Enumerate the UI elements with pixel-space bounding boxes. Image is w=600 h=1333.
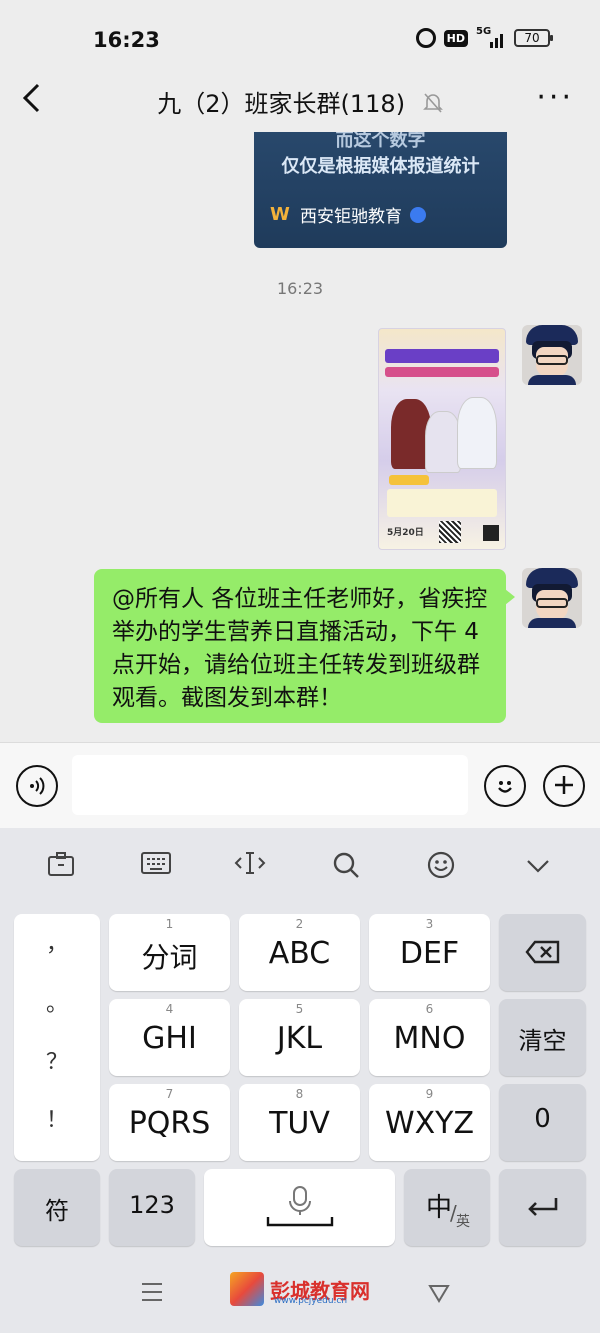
symbol-period-key[interactable]: 。 — [14, 986, 100, 1018]
plus-icon — [555, 776, 573, 794]
emoji-button[interactable] — [484, 765, 526, 807]
muted-bell-icon — [422, 92, 443, 119]
punctuation-column[interactable]: ， 。 ？ ！ — [14, 914, 100, 1161]
chat-header: 九（2）班家长群(118) ··· — [0, 72, 600, 132]
card-source-name: 西安钜驰教育 — [300, 207, 402, 227]
shared-article-card[interactable]: 而这个数字 仅仅是根据媒体报道统计 W 西安钜驰教育 — [254, 132, 507, 248]
more-functions-button[interactable] — [543, 765, 585, 807]
qr-code-icon — [483, 525, 499, 541]
menu-icon[interactable] — [140, 1280, 164, 1310]
language-switch-key[interactable]: 中 / 英 — [404, 1169, 490, 1246]
poster-info-box — [387, 489, 497, 517]
symbol-comma-key[interactable]: ， — [14, 926, 100, 958]
symbol-exclaim-key[interactable]: ！ — [14, 1102, 100, 1134]
watermark-book-icon — [230, 1272, 264, 1306]
hd-icon: HD — [443, 29, 468, 47]
cursor-move-icon[interactable] — [232, 850, 268, 886]
backspace-key[interactable] — [499, 914, 586, 991]
smiley-icon — [498, 781, 512, 793]
poster-image-message[interactable]: 5月20日 — [378, 328, 506, 550]
chat-title: 九（2）班家长群(118) — [0, 84, 600, 119]
voice-icon — [30, 777, 45, 795]
card-line-1: 而这个数字 — [335, 132, 426, 151]
poster-person — [425, 411, 461, 473]
message-timestamp: 16:23 — [276, 279, 324, 298]
search-icon[interactable] — [328, 850, 364, 886]
status-time: 16:23 — [93, 28, 160, 52]
verified-icon — [410, 206, 426, 223]
poster-subheadline — [385, 367, 499, 377]
avatar[interactable] — [522, 325, 582, 385]
message-input[interactable] — [72, 755, 468, 815]
key-7-pqrs[interactable]: 7 PQRS — [109, 1084, 230, 1161]
message-list[interactable]: 而这个数字 仅仅是根据媒体报道统计 W 西安钜驰教育 16:23 5月20日 @… — [0, 132, 600, 742]
group-name: 九（2）班家长群(118) — [157, 90, 406, 118]
keyboard-toolbar — [0, 828, 600, 908]
clear-key[interactable]: 清空 — [499, 999, 586, 1076]
network-type: 5G — [476, 26, 492, 37]
qr-code-icon — [439, 521, 461, 543]
signal-icon: 5G — [476, 26, 506, 48]
voice-input-button[interactable] — [16, 765, 58, 807]
numbers-key[interactable]: 123 — [109, 1169, 195, 1246]
poster-tag — [389, 475, 429, 485]
key-1-fenci[interactable]: 1 分词 — [109, 914, 230, 991]
key-2-abc[interactable]: 2 ABC — [239, 914, 360, 991]
zero-key[interactable]: 0 — [499, 1084, 586, 1161]
card-source: W 西安钜驰教育 — [270, 202, 426, 227]
system-nav-bar: 彭城教育网 www.pcjyedu.cn — [0, 1250, 600, 1333]
more-options-button[interactable]: ··· — [536, 80, 574, 115]
source-logo-icon: W — [270, 203, 290, 225]
input-bar — [0, 742, 600, 828]
key-6-mno[interactable]: 6 MNO — [369, 999, 490, 1076]
enter-key[interactable] — [499, 1169, 586, 1246]
microphone-icon — [266, 1186, 333, 1227]
symbol-question-key[interactable]: ？ — [14, 1044, 100, 1076]
key-3-def[interactable]: 3 DEF — [369, 914, 490, 991]
emoji-keyboard-icon[interactable] — [423, 850, 459, 886]
key-5-jkl[interactable]: 5 JKL — [239, 999, 360, 1076]
poster-person — [457, 397, 497, 469]
key-4-ghi[interactable]: 4 GHI — [109, 999, 230, 1076]
backspace-icon — [524, 940, 559, 964]
toolbox-icon[interactable] — [43, 850, 79, 886]
watermark-logo: 彭城教育网 www.pcjyedu.cn — [230, 1272, 370, 1306]
enter-icon — [527, 1198, 557, 1216]
key-9-wxyz[interactable]: 9 WXYZ — [369, 1084, 490, 1161]
poster-date: 5月20日 — [387, 528, 424, 538]
keyboard-layout-icon[interactable] — [138, 850, 174, 886]
watermark-url: www.pcjyedu.cn — [274, 1296, 348, 1306]
card-line-2: 仅仅是根据媒体报道统计 — [281, 156, 480, 177]
battery-icon: 70 — [514, 29, 553, 47]
text-message-bubble[interactable]: @所有人 各位班主任老师好，省疾控举办的学生营养日直播活动，下午 4 点开始，请… — [94, 569, 515, 723]
space-key[interactable] — [204, 1169, 395, 1246]
back-triangle-icon[interactable] — [428, 1280, 450, 1310]
status-icons: HD 5G 70 — [415, 26, 553, 48]
key-8-tuv[interactable]: 8 TUV — [239, 1084, 360, 1161]
alarm-icon — [415, 28, 436, 48]
poster-headline — [385, 349, 499, 363]
collapse-keyboard-icon[interactable] — [520, 850, 556, 886]
symbols-key[interactable]: 符 — [14, 1169, 100, 1246]
status-bar: 16:23 HD 5G 70 — [0, 0, 600, 72]
avatar[interactable] — [522, 568, 582, 628]
